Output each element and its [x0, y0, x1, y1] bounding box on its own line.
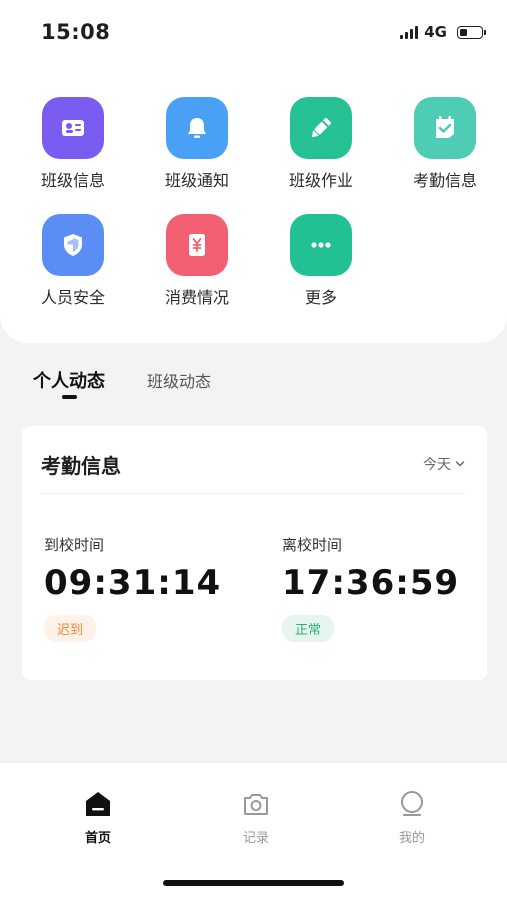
tab-personal-feed[interactable]: 个人动态	[33, 367, 105, 393]
divider	[41, 493, 465, 494]
tab-class-feed[interactable]: 班级动态	[147, 368, 211, 392]
nav-mine-label: 我的	[398, 831, 425, 846]
grid-item-more[interactable]: 更多	[276, 214, 366, 308]
grid-label: 班级通知	[164, 171, 229, 190]
grid-item-consumption[interactable]: 消费情况	[152, 214, 242, 308]
network-type: 4G	[424, 23, 447, 41]
battery-icon	[457, 25, 486, 39]
nav-mine[interactable]: 我的	[372, 789, 452, 846]
grid-label: 人员安全	[40, 288, 105, 307]
status-bar: 15:08 4G	[0, 0, 507, 62]
departure-time: 17:36:59	[282, 563, 460, 603]
bell-icon	[166, 97, 228, 159]
date-filter-label: 今天	[423, 457, 451, 473]
grid-label: 班级信息	[40, 171, 105, 190]
departure-label: 离校时间	[282, 536, 343, 554]
attendance-check-icon	[414, 97, 476, 159]
late-status-badge: 迟到	[44, 615, 97, 642]
app-screen: 15:08 4G 班级信息 班级通知 班级作业 考勤信息 人员安全 消费情况 更…	[0, 0, 507, 900]
nav-records[interactable]: 记录	[216, 789, 296, 846]
signal-icon	[400, 25, 419, 39]
departure-section: 离校时间 17:36:59 正常	[282, 534, 459, 642]
shield-icon	[42, 214, 104, 276]
grid-item-attendance[interactable]: 考勤信息	[400, 97, 490, 191]
battery-fill	[460, 28, 467, 36]
attendance-card: 考勤信息 今天 到校时间 09:31:14 迟到 离校时间 17:36:59 正…	[22, 426, 487, 680]
function-grid: 班级信息 班级通知 班级作业 考勤信息 人员安全 消费情况 更多	[0, 62, 507, 343]
grid-item-homework[interactable]: 班级作业	[276, 97, 366, 191]
pencil-icon	[290, 97, 352, 159]
tab-active-indicator	[62, 395, 77, 399]
nav-home[interactable]: 首页	[58, 789, 138, 846]
grid-item-class-notice[interactable]: 班级通知	[152, 97, 242, 191]
date-filter-dropdown[interactable]: 今天	[423, 454, 465, 474]
class-info-icon	[42, 97, 104, 159]
status-indicators: 4G	[400, 23, 486, 41]
home-indicator-bar[interactable]	[163, 880, 344, 886]
nav-home-label: 首页	[84, 831, 111, 846]
arrival-section: 到校时间 09:31:14 迟到	[44, 534, 221, 642]
grid-label: 考勤信息	[412, 171, 477, 190]
arrival-time: 09:31:14	[44, 563, 222, 603]
yuan-icon	[166, 214, 228, 276]
grid-label: 更多	[304, 288, 337, 307]
more-dots-icon	[290, 214, 352, 276]
nav-records-label: 记录	[242, 831, 269, 846]
camera-icon	[216, 789, 296, 819]
chevron-down-icon	[455, 461, 465, 467]
grid-label: 班级作业	[288, 171, 353, 190]
status-time: 15:08	[41, 20, 111, 44]
attendance-title: 考勤信息	[41, 454, 121, 478]
home-icon	[58, 789, 138, 819]
grid-item-personnel-safety[interactable]: 人员安全	[28, 214, 118, 308]
profile-icon	[372, 789, 452, 819]
arrival-label: 到校时间	[44, 536, 105, 554]
grid-item-class-info[interactable]: 班级信息	[28, 97, 118, 191]
normal-status-badge: 正常	[282, 615, 335, 642]
grid-label: 消费情况	[164, 288, 229, 307]
